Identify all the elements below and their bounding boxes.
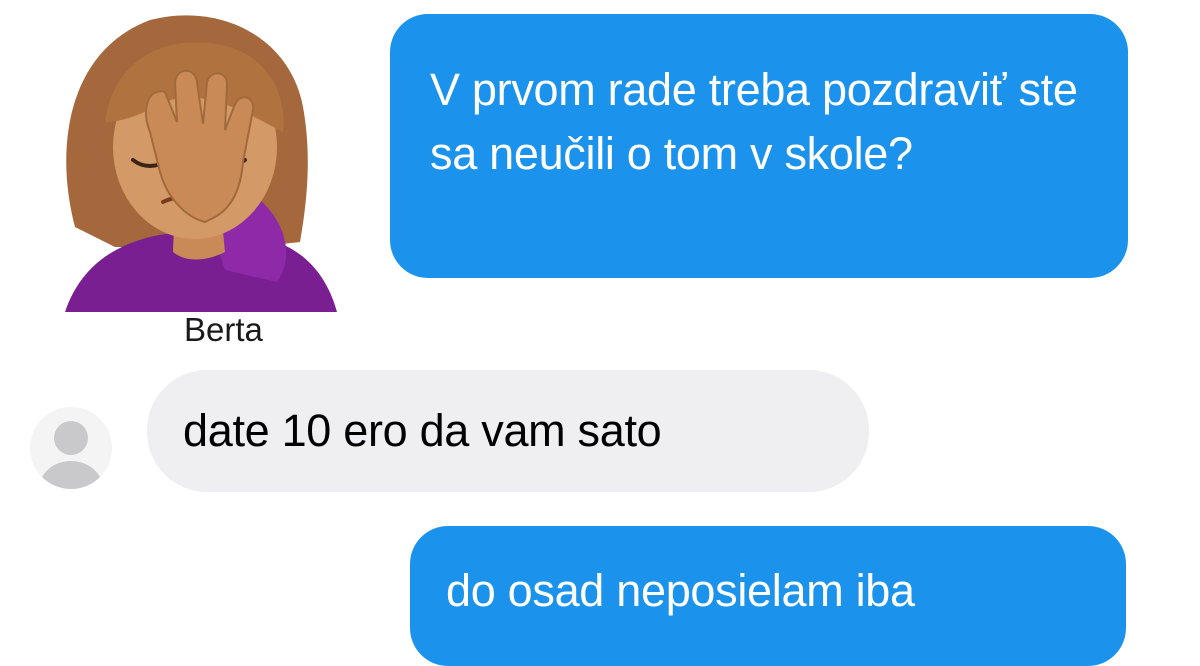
- incoming-message-bubble[interactable]: date 10 ero da vam sato: [147, 370, 869, 492]
- outgoing-message-bubble[interactable]: do osad neposielam iba: [410, 526, 1126, 666]
- message-text: V prvom rade treba pozdraviť ste sa neuč…: [430, 64, 1078, 179]
- sender-name: Berta: [184, 311, 263, 348]
- message-text: date 10 ero da vam sato: [183, 405, 662, 456]
- message-text: do osad neposielam iba: [446, 565, 915, 616]
- woman-facepalming-icon: [65, 15, 337, 312]
- outgoing-message-bubble[interactable]: V prvom rade treba pozdraviť ste sa neuč…: [390, 14, 1128, 278]
- avatar-placeholder-icon[interactable]: [30, 407, 112, 489]
